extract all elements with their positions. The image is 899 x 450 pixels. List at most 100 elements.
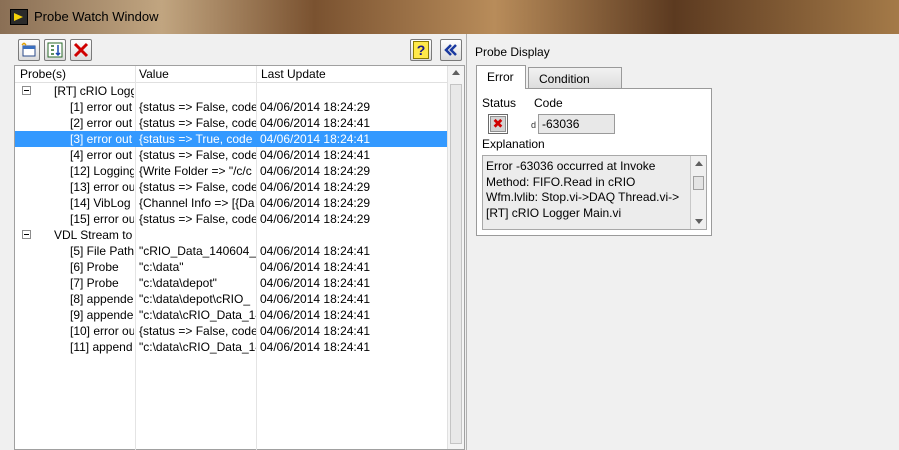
table-row[interactable]: [14] VibLog {Channel Info => [{Da 04/06/… (15, 195, 447, 211)
table-row[interactable]: [13] error ou {status => False, code 04/… (15, 179, 447, 195)
status-indicator: ✖ (488, 114, 508, 134)
scroll-down-arrow-icon[interactable] (695, 219, 703, 224)
column-header-last-update[interactable]: Last Update (261, 67, 326, 81)
collapse-panel-button[interactable] (440, 39, 462, 61)
probe-value: {status => False, code (139, 116, 256, 130)
probe-name: VDL Stream to (54, 228, 133, 242)
probe-name: [8] appende (70, 292, 134, 306)
code-radix-indicator[interactable]: d (531, 120, 536, 130)
scrollbar-thumb[interactable] (450, 84, 462, 444)
probe-last-update: 04/06/2014 18:24:29 (260, 180, 371, 194)
column-header-probes[interactable]: Probe(s) (20, 67, 66, 81)
probe-last-update: 04/06/2014 18:24:29 (260, 196, 371, 210)
explanation-box: Error -63036 occurred at Invoke Method: … (482, 155, 707, 230)
probe-display-label: Probe Display (475, 45, 550, 59)
explanation-label: Explanation (482, 137, 545, 151)
table-row[interactable]: [1] error out {status => False, code 04/… (15, 99, 447, 115)
probe-name: [7] Probe (70, 276, 119, 290)
table-row[interactable]: [15] error ou {status => False, code 04/… (15, 211, 447, 227)
list-vertical-scrollbar[interactable] (447, 66, 464, 449)
status-label: Status (482, 96, 517, 110)
probe-list-pane: ? Probe(s) Value Last Update [RT] cRIO L… (0, 34, 466, 450)
table-row[interactable]: [8] appende "c:\data\depot\cRIO_ 04/06/2… (15, 291, 447, 307)
table-row[interactable]: [7] Probe "c:\data\depot" 04/06/2014 18:… (15, 275, 447, 291)
sort-probes-icon (47, 42, 63, 58)
table-row[interactable]: [10] error ou {status => False, code 04/… (15, 323, 447, 339)
collapse-icon[interactable] (22, 86, 31, 95)
probe-last-update: 04/06/2014 18:24:29 (260, 100, 371, 114)
column-header-value[interactable]: Value (139, 67, 169, 81)
probe-value: {status => False, code (139, 148, 256, 162)
title-bar: Probe Watch Window (0, 0, 899, 34)
probe-last-update: 04/06/2014 18:24:41 (260, 116, 371, 130)
probe-name: [14] VibLog (70, 196, 131, 210)
probe-value: {status => False, code (139, 324, 256, 338)
probe-list: Probe(s) Value Last Update [RT] cRIO Log… (14, 65, 465, 450)
probe-display-pane: Probe Display Error Condition Status Cod… (466, 34, 899, 450)
tab-error[interactable]: Error (476, 65, 526, 89)
probe-name: [1] error out (70, 100, 133, 114)
probe-last-update: 04/06/2014 18:24:41 (260, 340, 371, 354)
probe-name: [9] appende (70, 308, 134, 322)
probe-name: [12] Logging (70, 164, 134, 178)
explanation-text: Error -63036 occurred at Invoke Method: … (486, 159, 680, 220)
table-row[interactable]: [2] error out {status => False, code 04/… (15, 115, 447, 131)
delete-probe-button[interactable] (70, 39, 92, 61)
tree-group-row[interactable]: VDL Stream to (15, 227, 447, 243)
probe-last-update: 04/06/2014 18:24:29 (260, 164, 371, 178)
probe-name: [15] error ou (70, 212, 134, 226)
probe-name: [10] error ou (70, 324, 134, 338)
scroll-up-arrow-icon[interactable] (695, 161, 703, 166)
help-icon: ? (412, 41, 430, 59)
code-field: -63036 (538, 114, 615, 134)
probe-last-update: 04/06/2014 18:24:41 (260, 308, 371, 322)
probe-value: "c:\data\depot\cRIO_ (139, 292, 250, 306)
probe-value: "c:\data\cRIO_Data_14 (139, 308, 256, 322)
scroll-up-arrow-icon[interactable] (452, 70, 460, 75)
table-row[interactable]: [12] Logging {Write Folder => "/c/c 04/0… (15, 163, 447, 179)
table-row[interactable]: [4] error out {status => False, code 04/… (15, 147, 447, 163)
code-label: Code (534, 96, 563, 110)
probe-last-update: 04/06/2014 18:24:41 (260, 292, 371, 306)
probe-value: {status => False, code (139, 212, 256, 226)
table-row[interactable]: [9] appende "c:\data\cRIO_Data_14 04/06/… (15, 307, 447, 323)
table-row-selected[interactable]: [3] error out {status => True, code 04/0… (15, 131, 447, 147)
probe-last-update: 04/06/2014 18:24:29 (260, 212, 371, 226)
probe-name: [2] error out (70, 116, 133, 130)
probe-name: [4] error out (70, 148, 133, 162)
tree-group-row[interactable]: [RT] cRIO Logg (15, 83, 447, 99)
probe-last-update: 04/06/2014 18:24:41 (260, 276, 371, 290)
scrollbar-thumb[interactable] (693, 176, 704, 190)
probe-value: {status => False, code (139, 100, 256, 114)
table-row[interactable]: [5] File Path "cRIO_Data_140604_1 04/06/… (15, 243, 447, 259)
table-row[interactable]: [6] Probe "c:\data" 04/06/2014 18:24:41 (15, 259, 447, 275)
collapse-panel-icon (444, 44, 457, 56)
probe-value: {status => True, code (139, 132, 253, 146)
collapse-icon[interactable] (22, 230, 31, 239)
error-x-icon: ✖ (490, 116, 506, 132)
probe-name: [6] Probe (70, 260, 119, 274)
probe-last-update: 04/06/2014 18:24:41 (260, 148, 371, 162)
new-probe-button[interactable] (18, 39, 40, 61)
delete-icon (73, 42, 89, 58)
sort-probes-button[interactable] (44, 39, 66, 61)
probe-value: "c:\data\depot" (139, 276, 217, 290)
table-row[interactable]: [11] append "c:\data\cRIO_Data_14 04/06/… (15, 339, 447, 355)
list-header: Probe(s) Value Last Update (15, 66, 447, 83)
probe-last-update: 04/06/2014 18:24:41 (260, 324, 371, 338)
explanation-scrollbar[interactable] (690, 156, 706, 229)
probe-last-update: 04/06/2014 18:24:41 (260, 244, 371, 258)
probe-name: [11] append (70, 340, 133, 354)
error-tab-panel: Status Code ✖ d -63036 Explanation Error… (476, 88, 712, 236)
labview-app-icon (10, 9, 28, 25)
probe-last-update: 04/06/2014 18:24:41 (260, 132, 371, 146)
probe-value: "c:\data" (139, 260, 184, 274)
probe-name: [RT] cRIO Logg (54, 84, 134, 98)
probe-name: [3] error out (70, 132, 133, 146)
probe-value: {Channel Info => [{Da (139, 196, 255, 210)
help-button[interactable]: ? (410, 39, 432, 61)
probe-value: "c:\data\cRIO_Data_14 (139, 340, 256, 354)
probe-name: [13] error ou (70, 180, 134, 194)
tab-condition[interactable]: Condition (528, 67, 622, 89)
probe-value: {Write Folder => "/c/c (139, 164, 252, 178)
